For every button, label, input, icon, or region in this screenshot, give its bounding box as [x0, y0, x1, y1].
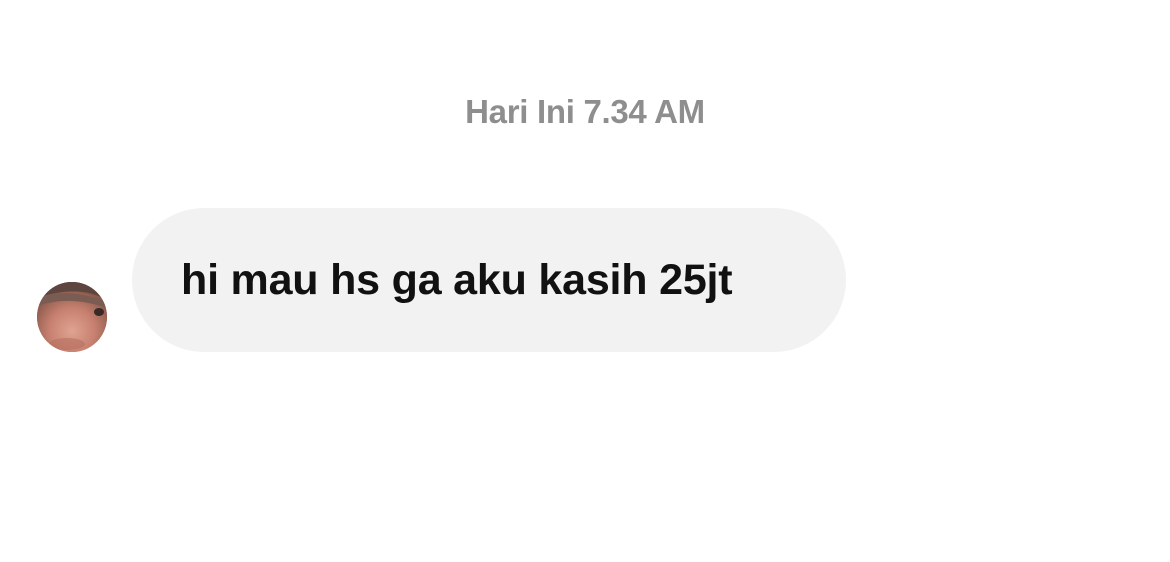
- profile-photo-icon: [37, 282, 107, 352]
- chat-thread: Hari Ini 7.34 AM hi mau hs ga aku kasih …: [0, 0, 1170, 562]
- sender-avatar[interactable]: [37, 282, 107, 352]
- message-text: hi mau hs ga aku kasih 25jt: [181, 256, 733, 304]
- message-timestamp: Hari Ini 7.34 AM: [465, 93, 705, 130]
- message-bubble[interactable]: hi mau hs ga aku kasih 25jt: [132, 208, 846, 352]
